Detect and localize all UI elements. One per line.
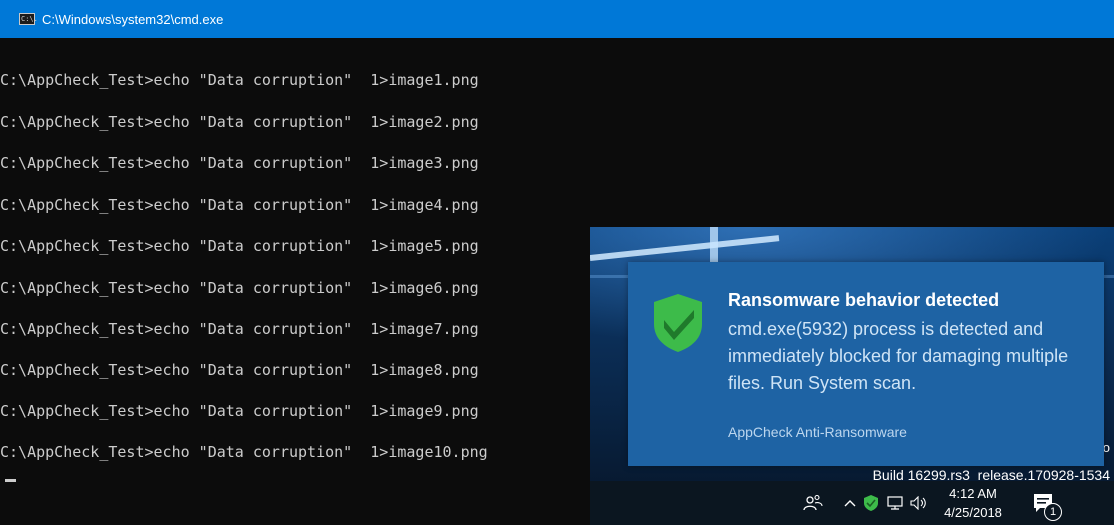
cmd-icon-text: C:\. — [21, 15, 38, 23]
console-cursor — [5, 479, 16, 482]
console-line: C:\AppCheck_Test>echo "Data corruption" … — [0, 361, 479, 379]
clock-date: 4/25/2018 — [944, 505, 1002, 520]
wallpaper-light-ray — [710, 227, 718, 267]
console-line: C:\AppCheck_Test>echo "Data corruption" … — [0, 443, 488, 461]
taskbar-clock[interactable]: 4:12 AM 4/25/2018 — [942, 484, 1004, 522]
toast-source: AppCheck Anti-Ransomware — [728, 424, 907, 440]
appcheck-tray-icon[interactable] — [863, 481, 879, 525]
chevron-up-icon[interactable] — [842, 481, 858, 525]
clock-time: 4:12 AM — [949, 486, 997, 501]
console-line: C:\AppCheck_Test>echo "Data corruption" … — [0, 196, 479, 214]
cmd-icon[interactable]: C:\. — [19, 13, 38, 25]
ransomware-toast-notification[interactable]: Ransomware behavior detected cmd.exe(593… — [628, 262, 1104, 466]
shield-check-icon — [654, 294, 702, 352]
console-line: C:\AppCheck_Test>echo "Data corruption" … — [0, 154, 479, 172]
window-titlebar[interactable]: C:\. C:\Windows\system32\cmd.exe — [0, 0, 1114, 38]
taskbar: 4:12 AM 4/25/2018 1 — [590, 481, 1114, 525]
console-line: C:\AppCheck_Test>echo "Data corruption" … — [0, 279, 479, 297]
network-icon[interactable] — [886, 481, 904, 525]
volume-icon[interactable] — [910, 481, 928, 525]
toast-title: Ransomware behavior detected — [728, 290, 1000, 310]
console-line: C:\AppCheck_Test>echo "Data corruption" … — [0, 237, 479, 255]
console-line: C:\AppCheck_Test>echo "Data corruption" … — [0, 320, 479, 338]
notification-count-badge: 1 — [1044, 503, 1062, 521]
console-line: C:\AppCheck_Test>echo "Data corruption" … — [0, 113, 479, 131]
toast-body: cmd.exe(5932) process is detected and im… — [728, 319, 1069, 393]
window-title: C:\Windows\system32\cmd.exe — [42, 11, 224, 27]
console-line: C:\AppCheck_Test>echo "Data corruption" … — [0, 402, 479, 420]
people-icon[interactable] — [800, 481, 826, 525]
console-line: C:\AppCheck_Test>echo "Data corruption" … — [0, 71, 479, 89]
